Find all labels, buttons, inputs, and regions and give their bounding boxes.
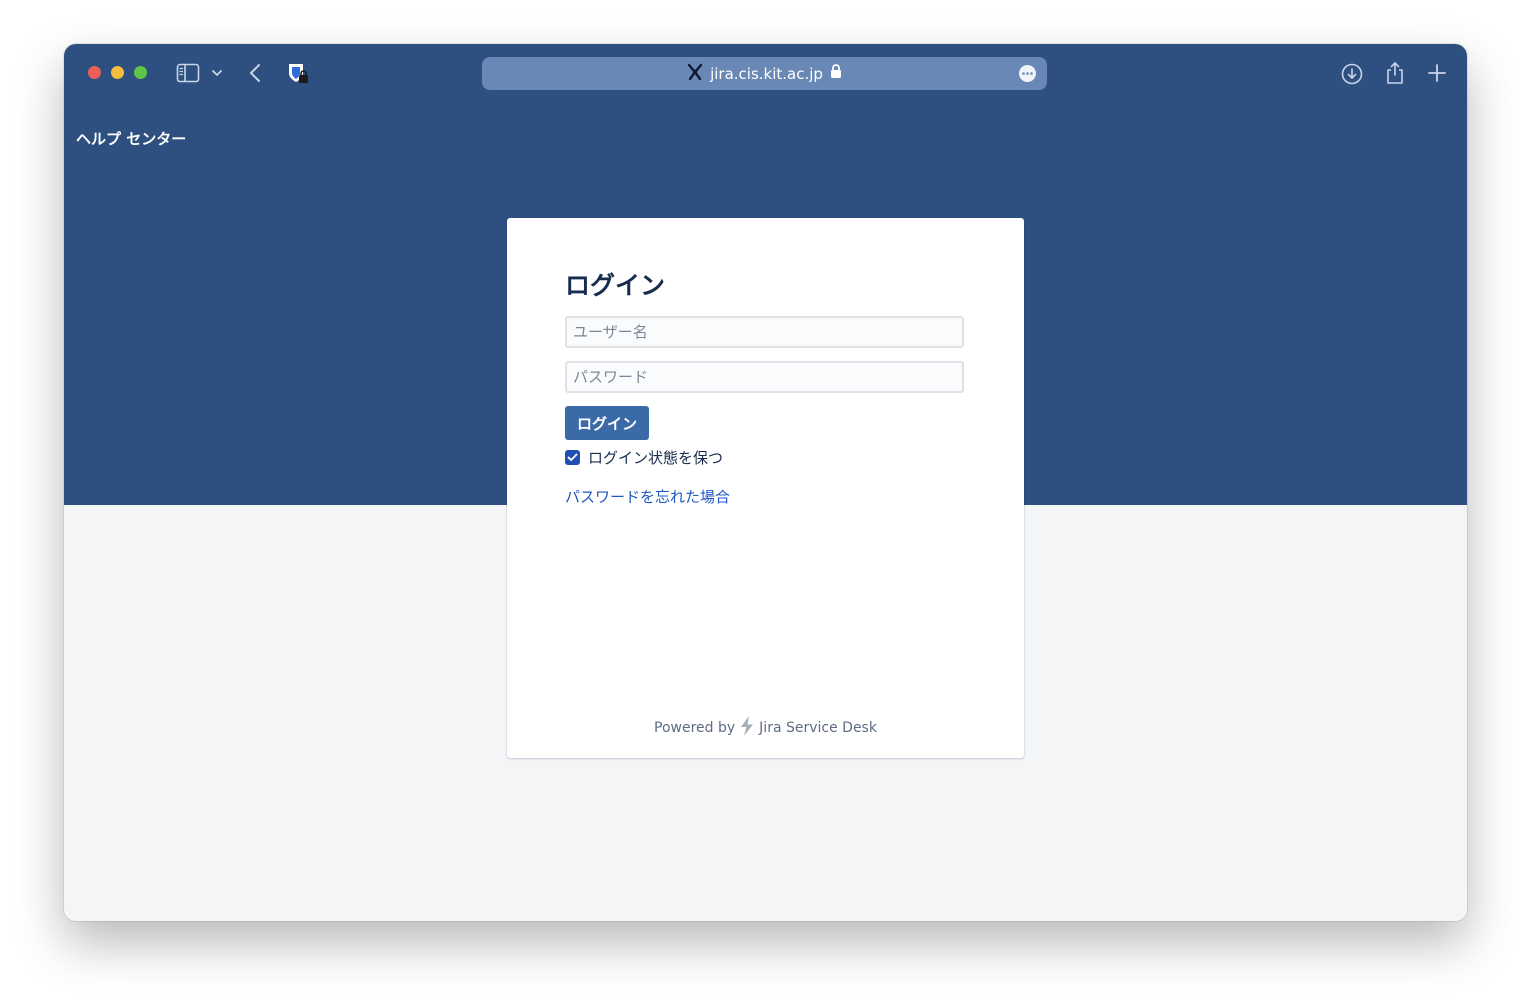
chevron-down-icon[interactable]: [210, 66, 224, 80]
powered-by-footer: Powered by Jira Service Desk: [507, 715, 1024, 741]
login-title: ログイン: [565, 271, 666, 300]
sidebar-toggle-icon[interactable]: [176, 62, 200, 84]
powered-by-text: Powered by: [654, 720, 736, 736]
more-options-icon[interactable]: [1019, 65, 1036, 82]
remember-me-row: ログイン状態を保つ: [565, 447, 723, 468]
checkmark-icon: [567, 453, 578, 461]
forgot-password-link[interactable]: パスワードを忘れた場合: [565, 486, 730, 507]
address-url: jira.cis.kit.ac.jp: [710, 64, 823, 83]
site-favicon-icon: [687, 63, 703, 85]
new-tab-plus-icon[interactable]: [1427, 62, 1447, 84]
help-center-link[interactable]: ヘルプ センター: [76, 128, 186, 149]
maximize-window-button[interactable]: [134, 66, 147, 79]
address-bar[interactable]: jira.cis.kit.ac.jp: [482, 57, 1047, 90]
browser-toolbar: jira.cis.kit.ac.jp: [64, 44, 1467, 104]
password-extension-icon[interactable]: [286, 61, 310, 85]
minimize-window-button[interactable]: [111, 66, 124, 79]
close-window-button[interactable]: [88, 66, 101, 79]
login-card: ログイン ログイン ログイン状態を保つ パスワードを忘れた場合 Powered …: [507, 218, 1024, 758]
username-input[interactable]: [565, 316, 964, 348]
share-icon[interactable]: [1384, 60, 1406, 85]
lock-icon: [830, 64, 842, 83]
password-input[interactable]: [565, 361, 964, 393]
login-button[interactable]: ログイン: [565, 406, 649, 440]
lightning-bolt-icon: [739, 715, 755, 741]
remember-me-label[interactable]: ログイン状態を保つ: [588, 447, 723, 468]
product-name[interactable]: Jira Service Desk: [759, 720, 877, 736]
download-icon[interactable]: [1340, 62, 1363, 85]
back-arrow-icon[interactable]: [244, 62, 266, 84]
browser-window: jira.cis.kit.ac.jp ヘルプ センター ログイン ユーザー名 ロ…: [64, 44, 1467, 921]
remember-me-checkbox[interactable]: [565, 449, 580, 465]
